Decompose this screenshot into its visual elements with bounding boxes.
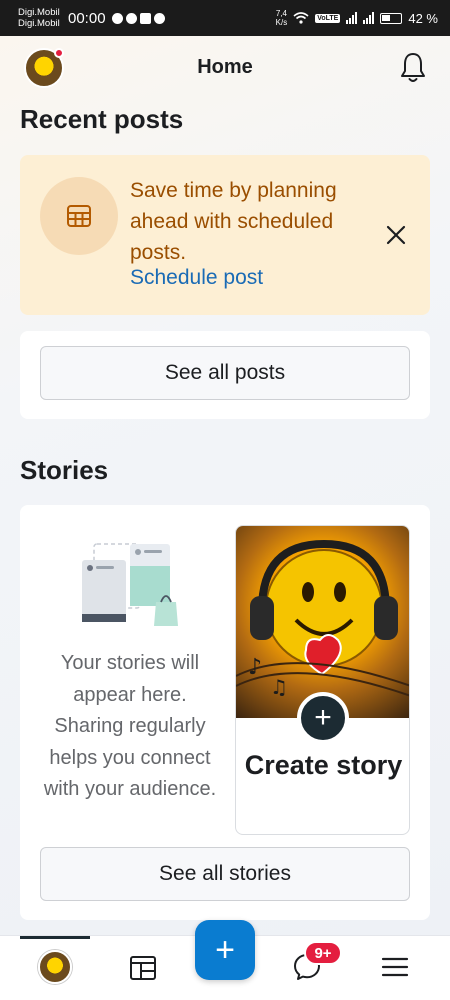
schedule-post-link[interactable]: Schedule post [130,266,263,290]
see-all-posts-button[interactable]: See all posts [40,346,410,400]
bell-icon[interactable] [398,50,428,84]
smiley-headphones-image: ♪ ♫ [236,539,409,699]
svg-text:♫: ♫ [270,675,288,699]
see-all-stories-button[interactable]: See all stories [40,847,410,901]
menu-icon[interactable] [380,952,410,982]
story-profile-image: ♪ ♫ [236,526,409,718]
carrier-1: Digi.Mobil [18,7,60,18]
recent-posts-heading: Recent posts [20,104,184,134]
content-icon[interactable] [128,952,158,982]
top-bar: Home [0,36,450,100]
notification-icons [111,12,165,24]
battery-level: 42 % [408,10,438,26]
status-clock: 00:00 [68,9,106,27]
net-speed-value: 7,4 [275,9,287,18]
page-title: Home [197,56,253,78]
messenger-icon [111,12,123,24]
create-story-label: Create story [244,750,403,780]
stories-empty-message: Your stories will appear here. Sharing r… [43,652,217,800]
calendar-icon-circle [40,177,118,255]
youtube-icon [139,12,151,24]
stories-heading: Stories [20,455,109,485]
facebook-icon [153,12,165,24]
battery-icon [380,12,403,24]
wifi-icon [293,12,309,24]
messages-badge: 9+ [304,941,342,965]
posts-card: See all posts [20,331,430,419]
calendar-icon [67,205,91,227]
active-tab-indicator [20,936,90,939]
add-story-icon[interactable]: + [297,692,349,744]
status-bar: Digi.Mobil Digi.Mobil 00:00 7,4 K/s VoLT… [0,0,450,36]
status-right: 7,4 K/s VoLTE 42 % [276,9,438,27]
carrier-labels: Digi.Mobil Digi.Mobil [18,7,66,29]
nav-home-avatar[interactable] [38,950,72,984]
scheduled-posts-banner: Save time by planning ahead with schedul… [20,155,430,315]
close-icon[interactable] [383,222,409,248]
facebook-icon [125,12,137,24]
stories-illustration [82,543,178,626]
signal-icon [346,12,358,24]
volte-icon: VoLTE [315,13,341,23]
create-button[interactable]: + [195,920,255,980]
net-speed: 7,4 K/s [276,9,288,27]
net-speed-unit: K/s [275,18,288,27]
create-story-card[interactable]: ♪ ♫ + Create story [235,525,410,835]
carrier-2: Digi.Mobil [18,18,60,29]
signal-icon [363,12,375,24]
svg-text:♪: ♪ [248,655,262,680]
banner-message: Save time by planning ahead with schedul… [130,179,337,264]
